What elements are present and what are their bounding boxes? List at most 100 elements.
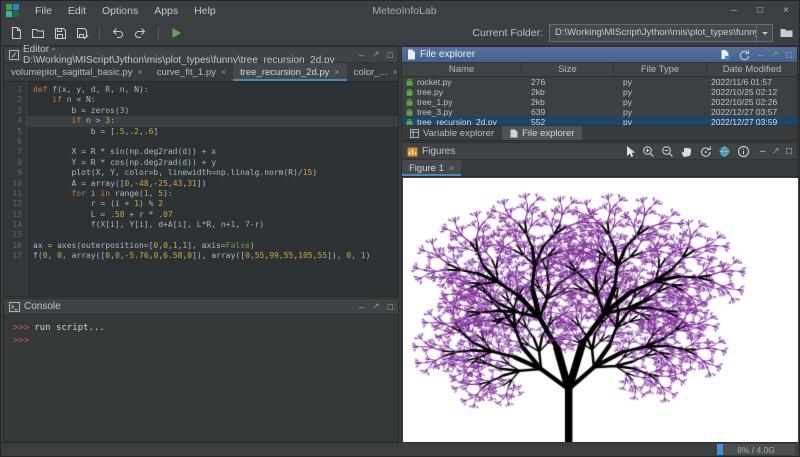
editor-tab[interactable]: volumeplot_sagittal_basic.py × xyxy=(4,63,150,81)
current-folder-combobox[interactable]: D:\Working\MIScript\Jython\mis\plot_type… xyxy=(549,23,773,42)
python-file-icon xyxy=(405,78,414,87)
menu-edit[interactable]: Edit xyxy=(60,3,94,19)
browse-folder-icon[interactable] xyxy=(779,26,794,39)
close-icon[interactable]: × xyxy=(221,67,226,77)
menu-apps[interactable]: Apps xyxy=(146,3,186,19)
close-icon[interactable]: × xyxy=(449,163,454,173)
editor-tab[interactable]: tree_recursion_2d.py × xyxy=(233,63,347,81)
new-file-small-icon[interactable] xyxy=(720,49,730,60)
code-line[interactable] xyxy=(33,137,398,147)
line-number: 12 xyxy=(12,199,22,209)
undo-icon[interactable] xyxy=(110,25,125,40)
save-as-icon[interactable] xyxy=(75,26,89,40)
minimize-panel-icon[interactable]: – xyxy=(359,302,364,312)
table-row[interactable]: tree_3.py 639 py 2022/12/27 03:57 xyxy=(402,107,797,117)
memory-indicator[interactable]: 8% / 4.0G xyxy=(717,444,795,455)
close-icon[interactable]: × xyxy=(137,67,142,77)
new-file-icon[interactable] xyxy=(9,26,23,40)
window-maximize-button[interactable]: □ xyxy=(747,1,773,20)
code-editor[interactable]: 1 2 3 4 5 6 7 8 9 10 11 12 13 14 15 16 17 def f(x, y, d,… xyxy=(4,82,398,296)
code-line[interactable]: f(0, 0, array([0,0,-5.76,0,6.58,0]), arr… xyxy=(33,251,398,261)
line-number: 16 xyxy=(12,240,22,250)
menu-options[interactable]: Options xyxy=(94,3,146,19)
maximize-panel-icon[interactable]: □ xyxy=(786,146,792,157)
code-line[interactable]: b = zeros(3) xyxy=(33,106,398,116)
minimize-panel-icon[interactable]: – xyxy=(359,50,364,60)
line-number: 3 xyxy=(17,105,22,115)
code-line[interactable]: if n > 3: xyxy=(27,116,398,127)
code-line[interactable]: if n < N: xyxy=(33,95,398,105)
pan-hand-icon[interactable] xyxy=(680,145,693,158)
window-title: MeteoInfoLab xyxy=(372,4,437,17)
open-file-icon[interactable] xyxy=(31,26,45,40)
column-header-name[interactable]: Name xyxy=(402,63,522,76)
close-icon[interactable]: × xyxy=(392,67,397,77)
code-line[interactable]: Y = R * cos(np.deg2rad(d)) + y xyxy=(33,158,398,168)
globe-icon[interactable] xyxy=(718,145,731,158)
float-panel-icon[interactable]: ↗ xyxy=(772,146,780,157)
line-number: 4 xyxy=(17,116,22,126)
code-line[interactable]: r = (i + 1) % 2 xyxy=(33,199,398,209)
code-line[interactable]: X = R * sin(np.deg2rad(d)) + x xyxy=(33,147,398,157)
menu-help[interactable]: Help xyxy=(186,3,224,19)
code-line[interactable]: L = .58 + r * .07 xyxy=(33,210,398,220)
zoom-in-icon[interactable] xyxy=(642,145,655,158)
code-line[interactable]: f(X[i], Y[i], d+A[i], L*R, n+1, 7-r) xyxy=(33,220,398,230)
refresh-icon[interactable] xyxy=(738,49,750,61)
file-modified: 2022/11/6 01:57 xyxy=(711,77,772,87)
figure-area[interactable] xyxy=(403,178,798,444)
float-panel-icon[interactable]: ↗ xyxy=(372,301,380,312)
tab-figure-1[interactable]: Figure 1 × xyxy=(402,160,462,176)
zoom-out-icon[interactable] xyxy=(661,145,674,158)
menu-file[interactable]: File xyxy=(27,3,60,19)
code-line[interactable]: ax = axes(outerposition=[0,0,1,1], axis=… xyxy=(33,241,398,251)
editor-code[interactable]: def f(x, y, d, R, n, N): if n < N: b = z… xyxy=(27,82,398,296)
editor-gutter: 1 2 3 4 5 6 7 8 9 10 11 12 13 14 15 16 17 xyxy=(4,82,27,296)
code-line[interactable]: for i in range(1, 5): xyxy=(33,189,398,199)
window-close-button[interactable]: × xyxy=(773,1,799,20)
line-number: 10 xyxy=(12,178,22,188)
editor-tab[interactable]: curve_fit_1.py × xyxy=(150,63,233,81)
table-row[interactable]: rocket.py 276 py 2022/11/6 01:57 xyxy=(402,77,797,87)
column-header-date-modified[interactable]: Date Modified xyxy=(707,63,797,76)
tab-label: Variable explorer xyxy=(423,127,495,139)
code-line[interactable] xyxy=(33,230,398,240)
column-header-file-type[interactable]: File Type xyxy=(614,63,707,76)
tab-variable-explorer[interactable]: Variable explorer xyxy=(402,126,502,140)
run-script-icon[interactable] xyxy=(169,26,183,40)
code-line[interactable]: b = [.5,.2,.6] xyxy=(33,127,398,137)
maximize-panel-icon[interactable]: □ xyxy=(787,50,792,60)
close-icon[interactable]: × xyxy=(334,67,339,77)
window-minimize-button[interactable]: – xyxy=(721,1,747,20)
float-panel-icon[interactable]: ↗ xyxy=(372,49,380,60)
minimize-panel-icon[interactable]: – xyxy=(758,50,763,60)
maximize-panel-icon[interactable]: □ xyxy=(388,302,393,312)
chevron-down-icon[interactable] xyxy=(756,24,772,41)
rotate-icon[interactable] xyxy=(699,145,712,158)
edit-icon xyxy=(9,49,19,60)
code-line[interactable]: def f(x, y, d, R, n, N): xyxy=(33,85,398,95)
redo-icon[interactable] xyxy=(133,25,148,40)
line-number: 9 xyxy=(17,168,22,178)
file-type: py xyxy=(623,107,632,117)
table-row[interactable]: tree.py 2kb py 2022/10/25 02:12 xyxy=(402,87,797,97)
tab-file-explorer[interactable]: File explorer xyxy=(502,126,583,140)
identify-icon[interactable] xyxy=(737,145,750,158)
console-text: run script... xyxy=(34,323,105,333)
select-tool-icon[interactable] xyxy=(624,145,636,158)
minimize-panel-icon[interactable]: – xyxy=(760,146,766,157)
figure-canvas[interactable] xyxy=(403,178,798,444)
editor-tab[interactable]: color_... × xyxy=(347,63,405,81)
column-header-size[interactable]: Size xyxy=(522,63,614,76)
code-line[interactable]: plot(X, Y, color=b, linewidth=np.linalg.… xyxy=(33,168,398,178)
save-icon[interactable] xyxy=(53,26,67,40)
file-modified: 2022/10/25 02:12 xyxy=(711,87,778,97)
console-output[interactable]: >>> run script... >>> xyxy=(4,315,398,355)
file-size: 639 xyxy=(531,107,546,117)
code-line[interactable]: A = array([0,-48,-25,43,31]) xyxy=(33,179,398,189)
maximize-panel-icon[interactable]: □ xyxy=(388,50,393,60)
table-row[interactable]: tree_1.py 2kb py 2022/10/25 02:26 xyxy=(402,97,797,107)
float-panel-icon[interactable]: ↗ xyxy=(771,49,779,60)
variable-grid-icon xyxy=(410,128,419,138)
file-explorer-header: File explorer – ↗ □ xyxy=(402,47,797,63)
